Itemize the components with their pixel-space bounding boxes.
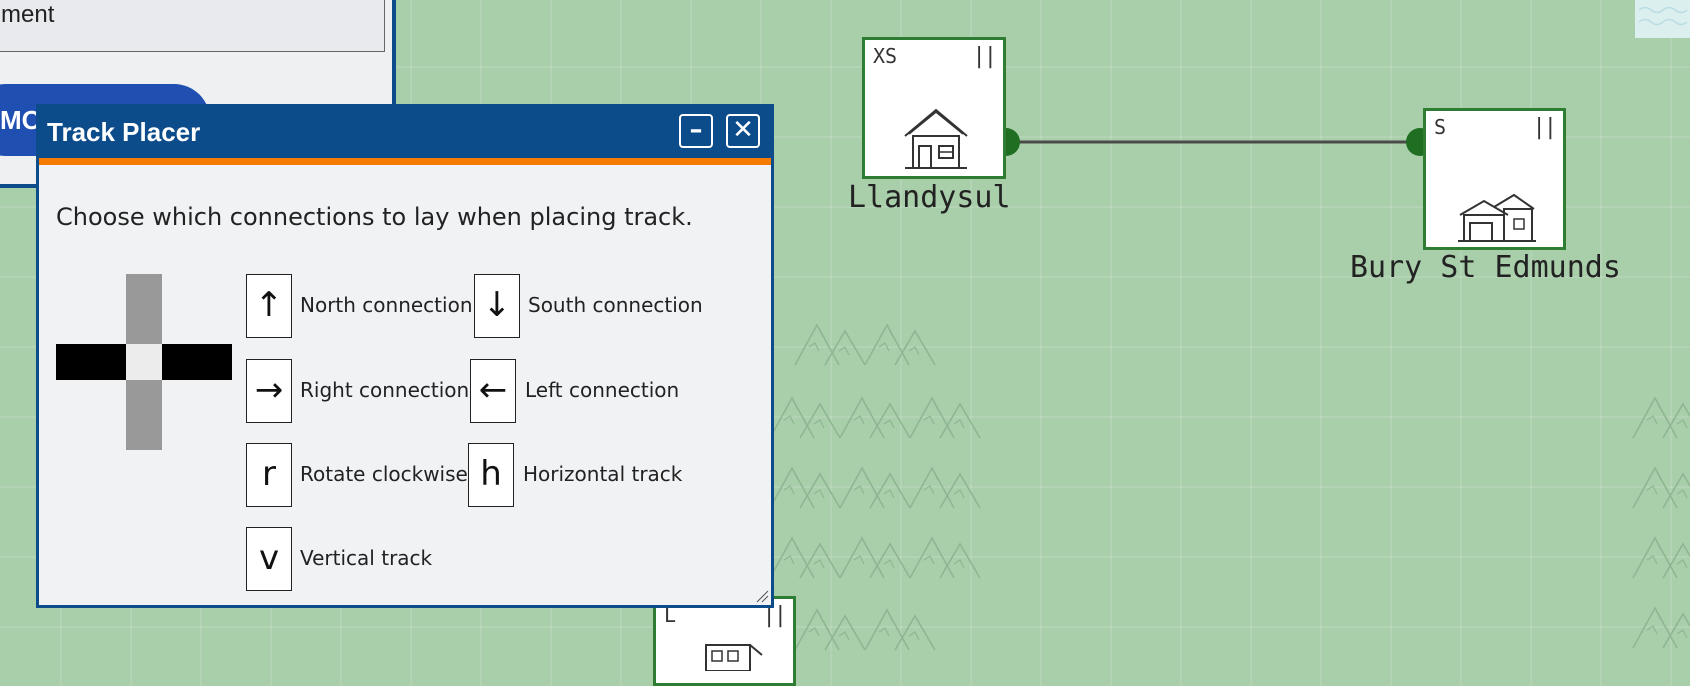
mountain-icon <box>839 467 911 509</box>
station-size: S <box>1434 115 1447 139</box>
key-right[interactable]: → <box>246 359 292 423</box>
south-connection-indicator <box>126 380 162 450</box>
mountain-icon <box>1632 607 1690 649</box>
mountain-icon <box>1632 467 1690 509</box>
resize-grip-icon[interactable] <box>755 589 769 603</box>
dialog-title: Track Placer <box>47 117 201 147</box>
pause-icon[interactable]: || <box>973 44 997 69</box>
minimize-icon: – <box>689 115 703 145</box>
key-vertical-label: Vertical track <box>300 546 433 570</box>
station-bury-st-edmunds[interactable]: S || <box>1423 108 1566 250</box>
mountain-icon <box>1632 537 1690 579</box>
key-vertical[interactable]: v <box>246 527 292 591</box>
dialog-instructions: Choose which connections to lay when pla… <box>56 203 693 231</box>
close-button[interactable]: ✕ <box>726 114 760 148</box>
mountain-icon <box>909 537 981 579</box>
mountain-icon <box>839 537 911 579</box>
mountain-icon <box>769 537 841 579</box>
close-icon: ✕ <box>732 115 754 145</box>
key-south-label: South connection <box>528 293 703 317</box>
key-rotate[interactable]: r <box>246 443 292 507</box>
building-icon <box>705 644 763 671</box>
left-connection-indicator <box>56 344 126 380</box>
minimize-button[interactable]: – <box>679 114 713 148</box>
mountain-icon <box>769 397 841 439</box>
key-north[interactable]: ↑ <box>246 274 292 338</box>
mountain-icon <box>769 467 841 509</box>
station-partial[interactable]: L || <box>653 596 796 686</box>
station-size: XS <box>873 44 898 68</box>
pause-icon[interactable]: || <box>1533 115 1557 140</box>
panel-text-field[interactable]: ment <box>0 0 385 52</box>
key-rotate-label: Rotate clockwise <box>300 462 468 486</box>
station-llandysul[interactable]: XS || <box>862 37 1006 179</box>
house-icon <box>904 108 968 169</box>
mountain-icon <box>864 324 936 366</box>
mountain-icon <box>909 397 981 439</box>
station-label: Llandysul <box>848 180 1011 215</box>
mountain-icon <box>1632 397 1690 439</box>
mountain-icon <box>794 324 866 366</box>
dialog-title-bar[interactable]: Track Placer – ✕ <box>39 107 771 158</box>
key-horizontal[interactable]: h <box>468 443 514 507</box>
key-right-label: Right connection <box>300 378 470 402</box>
title-accent-bar <box>39 158 771 165</box>
track-placer-dialog: Track Placer – ✕ Choose which connection… <box>36 104 774 608</box>
key-left-label: Left connection <box>525 378 680 402</box>
key-horizontal-label: Horizontal track <box>523 462 683 486</box>
center-tile <box>126 344 162 380</box>
right-connection-indicator <box>162 344 232 380</box>
mountain-icon <box>909 467 981 509</box>
house-icon <box>1458 193 1536 242</box>
station-label: Bury St Edmunds <box>1350 250 1621 285</box>
water-tile <box>1635 0 1690 38</box>
key-north-label: North connection <box>300 293 473 317</box>
key-left[interactable]: ← <box>470 359 516 423</box>
north-connection-indicator <box>126 274 162 344</box>
mountain-icon <box>839 397 911 439</box>
connection-preview <box>56 274 232 450</box>
key-south[interactable]: ↓ <box>474 274 520 338</box>
mountain-icon <box>794 609 866 651</box>
mountain-icon <box>864 609 936 651</box>
field-value: ment <box>1 1 55 28</box>
